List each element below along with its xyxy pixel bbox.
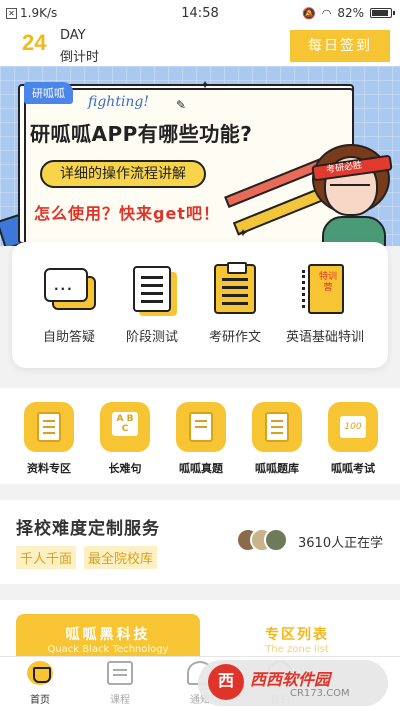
feature-essay[interactable]: 考研作文 xyxy=(190,262,280,345)
edit-icon xyxy=(176,402,226,452)
category-materials[interactable]: 资料专区 xyxy=(16,402,82,476)
category-exams[interactable]: 100 呱呱考试 xyxy=(320,402,386,476)
feature-label: 考研作文 xyxy=(208,330,261,345)
status-bar: ✕ 1.9K/s 14:58 🔕 ◠ 82% xyxy=(0,0,400,26)
countdown-days: 24 xyxy=(22,30,47,55)
feature-label: 英语基础特训 xyxy=(285,330,364,345)
course-icon xyxy=(107,661,133,685)
document-icon xyxy=(125,262,179,316)
category-long-sentences[interactable]: A B C 长难句 xyxy=(92,402,158,476)
abc-icon-text: A B C xyxy=(112,412,138,436)
chat-bubble-icon: ··· xyxy=(42,262,96,316)
tab-home[interactable]: 首页 xyxy=(10,661,70,706)
book-icon xyxy=(252,402,302,452)
promo-cards: 呱呱黑科技 Quack Black Technology 专区列表 The zo… xyxy=(0,600,400,674)
site-watermark: 西 西西软件园 CR173.COM xyxy=(198,660,388,706)
learner-avatars xyxy=(236,528,296,554)
countdown-label: 倒计时 xyxy=(60,50,100,65)
header: 24 DAY 倒计时 每日签到 xyxy=(0,26,400,66)
score-icon-text: 100 xyxy=(340,416,366,438)
banner-brand-tab: 研呱呱 xyxy=(24,82,73,104)
category-real-exams[interactable]: 呱呱真题 xyxy=(168,402,234,476)
feature-english-training[interactable]: 特训营 英语基础特训 xyxy=(280,262,370,345)
category-label: 呱呱考试 xyxy=(331,462,375,475)
service-tag: 千人千面 xyxy=(16,546,77,569)
countdown-unit: DAY xyxy=(60,28,86,43)
feature-label: 自助答疑 xyxy=(42,330,95,345)
watermark-url: CR173.COM xyxy=(290,688,350,699)
category-label: 资料专区 xyxy=(27,462,71,475)
black-tech-subtitle: Quack Black Technology xyxy=(47,644,169,655)
banner-title: 研呱呱APP有哪些功能? xyxy=(30,122,253,146)
daily-checkin-button[interactable]: 每日签到 xyxy=(290,30,390,62)
banner-subtitle-pill: 详细的操作流程讲解 xyxy=(40,160,206,188)
home-icon xyxy=(27,661,53,685)
score-icon: 100 xyxy=(328,402,378,452)
category-question-bank[interactable]: 呱呱题库 xyxy=(244,402,310,476)
black-tech-title: 呱呱黑科技 xyxy=(65,627,151,643)
clipboard-icon xyxy=(208,262,262,316)
watermark-title: 西西软件园 xyxy=(250,670,331,689)
zone-list-subtitle: The zone list xyxy=(265,644,329,655)
service-tag: 最全院校库 xyxy=(84,546,158,569)
notebook-icon: 特训营 xyxy=(298,262,352,316)
banner-fighting-text: fighting! xyxy=(88,94,150,110)
service-title: 择校难度定制服务 xyxy=(16,519,160,539)
category-grid: 资料专区 A B C 长难句 呱呱真题 呱呱题库 100 呱呱考试 xyxy=(0,388,400,484)
battery-icon xyxy=(370,8,395,18)
zone-list-title: 专区列表 xyxy=(265,627,329,643)
tab-label: 首页 xyxy=(30,695,50,706)
learner-count: 3610人正在学 xyxy=(298,536,384,551)
sparkle-icon: ✦ xyxy=(200,78,211,92)
status-right: 🔕 ◠ 82% xyxy=(302,6,395,20)
category-label: 呱呱真题 xyxy=(179,462,223,475)
sparkle-icon: ✦ xyxy=(238,226,249,240)
avatar xyxy=(264,528,288,552)
abc-icon: A B C xyxy=(100,402,150,452)
feature-card: ··· 自助答疑 阶段测试 考研作文 特训营 英语基础特训 xyxy=(12,242,388,368)
watermark-logo-icon: 西 xyxy=(208,664,244,700)
category-label: 呱呱题库 xyxy=(255,462,299,475)
feature-self-help[interactable]: ··· 自助答疑 xyxy=(24,262,114,345)
notebook-icon-text: 特训营 xyxy=(318,272,337,293)
promo-banner[interactable]: 研呱呱 fighting! 研呱呱APP有哪些功能? 详细的操作流程讲解 怎么使… xyxy=(0,66,400,246)
sparkle-icon: ✎ xyxy=(176,98,187,112)
document-icon xyxy=(24,402,74,452)
banner-cta-text: 怎么使用？快来get吧！ xyxy=(34,204,220,223)
tab-label: 课程 xyxy=(110,695,130,706)
wifi-icon: ◠ xyxy=(321,6,332,20)
mute-icon: 🔕 xyxy=(302,6,316,20)
school-selection-service[interactable]: 择校难度定制服务 千人千面 最全院校库 3610人正在学 xyxy=(0,500,400,584)
glasses-illustration xyxy=(330,184,370,196)
category-label: 长难句 xyxy=(108,462,142,475)
feature-stage-test[interactable]: 阶段测试 xyxy=(107,262,197,345)
feature-label: 阶段测试 xyxy=(125,330,178,345)
battery-percent: 82% xyxy=(337,6,364,20)
tab-courses[interactable]: 课程 xyxy=(90,661,150,706)
